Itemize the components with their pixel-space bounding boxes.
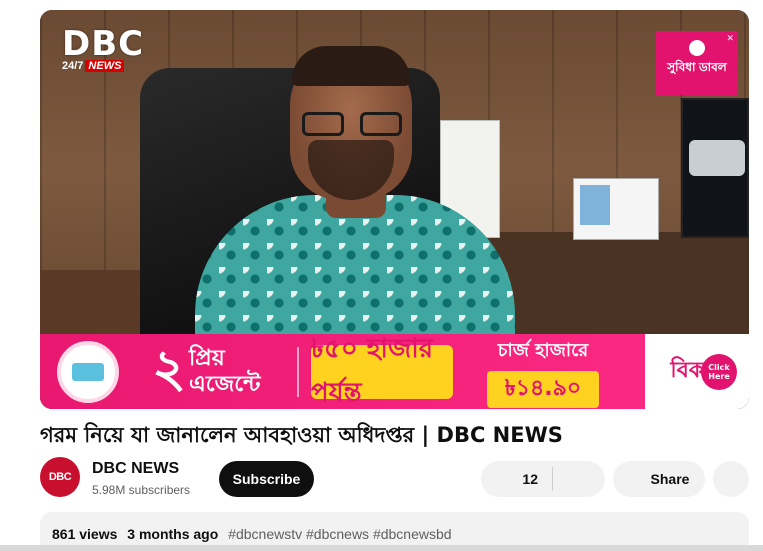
video-player[interactable]: DBC 24/7 NEWS ✕ সুবিধা ডাবল ২ প্রিয় এজে… [40,10,749,409]
channel-name[interactable]: DBC NEWS [92,460,179,478]
close-icon[interactable]: ✕ [726,33,734,44]
video-person-hair [292,46,410,86]
subscriber-count: 5.98M subscribers [92,483,191,497]
banner-agent-text: প্রিয় এজেন্টে [189,345,261,397]
share-button[interactable]: Share [613,461,705,497]
like-button[interactable]: 12 [481,461,552,497]
subscribe-button[interactable]: Subscribe [219,461,314,497]
view-count: 861 views [52,526,118,542]
corner-promo-badge[interactable]: ✕ সুবিধা ডাবল [656,31,738,95]
upload-age: 3 months ago [127,526,219,542]
video-monitor [681,98,749,238]
more-actions-button[interactable] [713,461,749,497]
bottom-scroll-edge [0,545,763,551]
banner-amount: ৳৫০ হাজার পর্যন্ত [311,334,453,408]
corner-promo-text: সুবিধা ডাবল [667,60,727,74]
dbc-logo-text: DBC [62,24,145,64]
like-dislike-group: 12 [481,461,605,497]
bkash-icon [689,40,705,56]
click-here-badge[interactable]: Click Here [701,354,737,390]
video-desk [480,232,749,344]
video-person-glasses [302,112,402,136]
share-label: Share [650,471,690,487]
dbc-watermark-logo: DBC 24/7 NEWS [62,24,145,72]
banner-charge: চার্জ হাজারে ৳১৪.৯০ [487,336,599,408]
dislike-button[interactable] [553,461,605,497]
dbc-logo-247: 24/7 [62,60,84,72]
banner-charge-value: ৳১৪.৯০ [487,370,599,408]
dbc-logo-news: NEWS [85,60,125,72]
channel-avatar[interactable]: DBC [40,457,80,497]
video-title: গরম নিয়ে যা জানালেন আবহাওয়া অধিদপ্তর |… [40,423,563,447]
video-calendar [573,178,659,240]
like-count: 12 [522,471,538,487]
ad-banner[interactable]: ২ প্রিয় এজেন্টে ৳৫০ হাজার পর্যন্ত চার্জ… [40,334,749,409]
banner-divider [297,346,299,397]
cash-icon [57,340,119,403]
bkash-brand[interactable]: বিকাশ Click Here [645,334,749,409]
hashtags[interactable]: #dbcnewstv #dbcnews #dbcnewsbd [228,526,451,542]
banner-number: ২ [152,339,186,399]
banner-charge-title: চার্জ হাজারে [497,339,589,361]
